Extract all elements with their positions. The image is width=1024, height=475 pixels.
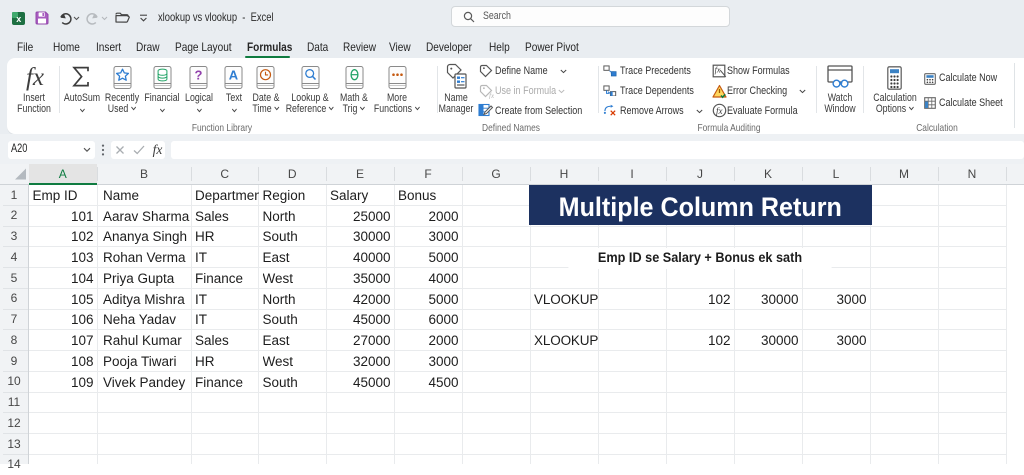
- svg-text:fx: fx: [26, 64, 44, 91]
- svg-text:?: ?: [195, 67, 203, 82]
- svg-text:fx: fx: [716, 106, 723, 116]
- svg-text:x: x: [16, 14, 21, 24]
- svg-text:fx: fx: [153, 142, 163, 157]
- svg-text:A: A: [229, 67, 239, 82]
- svg-text:fx: fx: [489, 92, 494, 99]
- svg-text:fx: fx: [714, 66, 720, 75]
